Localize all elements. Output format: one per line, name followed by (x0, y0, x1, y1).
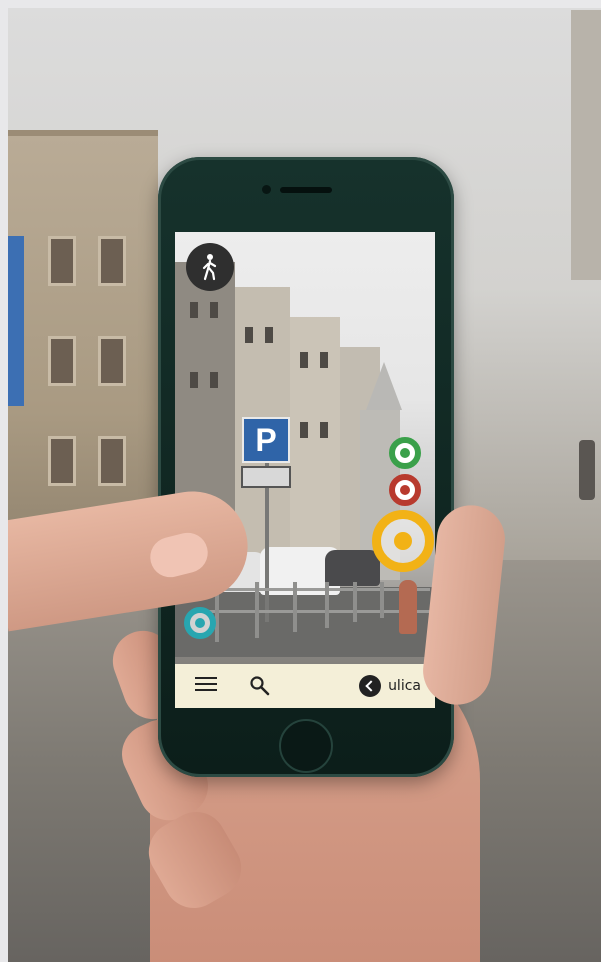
railing-post (353, 582, 357, 622)
green-ring-marker[interactable] (389, 437, 421, 469)
marker-dot (394, 532, 412, 550)
building-window (190, 372, 198, 388)
background-window (98, 236, 126, 286)
photo-scene: P ulica (0, 0, 601, 962)
background-window (48, 436, 76, 486)
search-icon[interactable] (249, 675, 271, 697)
building-window (210, 372, 218, 388)
back-button[interactable]: ulica (359, 674, 421, 698)
back-arrow-icon (359, 675, 382, 697)
front-camera (262, 185, 271, 194)
railing-post (325, 582, 329, 628)
marker-dot (400, 448, 410, 458)
building-window (265, 327, 273, 343)
railing-post (293, 582, 297, 632)
building-window (320, 422, 328, 438)
railing-post (255, 582, 259, 638)
background-window (48, 236, 76, 286)
building-window (320, 352, 328, 368)
yellow-selected-marker[interactable] (372, 510, 434, 572)
hamburger-menu-icon[interactable] (195, 677, 217, 695)
background-blue-sign (8, 236, 24, 406)
earpiece-speaker (280, 187, 332, 193)
railing-post (380, 582, 384, 618)
back-button-label: ulica (388, 678, 421, 694)
teal-ring-marker[interactable] (184, 607, 216, 639)
bottom-toolbar: ulica (175, 664, 435, 708)
parked-car (325, 550, 380, 586)
background-window (98, 336, 126, 386)
church-spire (366, 362, 402, 410)
marker-dot (195, 618, 205, 628)
railing-bar (195, 588, 430, 591)
building-window (210, 302, 218, 318)
background-wall (571, 10, 601, 280)
marker-dot (400, 485, 410, 495)
building-window (300, 352, 308, 368)
building-window (300, 422, 308, 438)
pedestrian-figure (399, 580, 417, 634)
railing-bar (195, 610, 430, 613)
red-ring-marker[interactable] (389, 474, 421, 506)
background-window (98, 436, 126, 486)
walk-mode-button[interactable] (186, 243, 234, 291)
building-window (245, 327, 253, 343)
pedestrian-icon (202, 254, 217, 281)
ar-camera-view[interactable]: P ulica (175, 232, 435, 708)
background-window (48, 336, 76, 386)
parking-sign: P (242, 417, 290, 463)
home-button[interactable] (279, 719, 333, 773)
smartphone: P ulica (158, 157, 454, 777)
sub-sign-plate (241, 466, 291, 488)
building-window (190, 302, 198, 318)
background-lamp (579, 440, 595, 500)
